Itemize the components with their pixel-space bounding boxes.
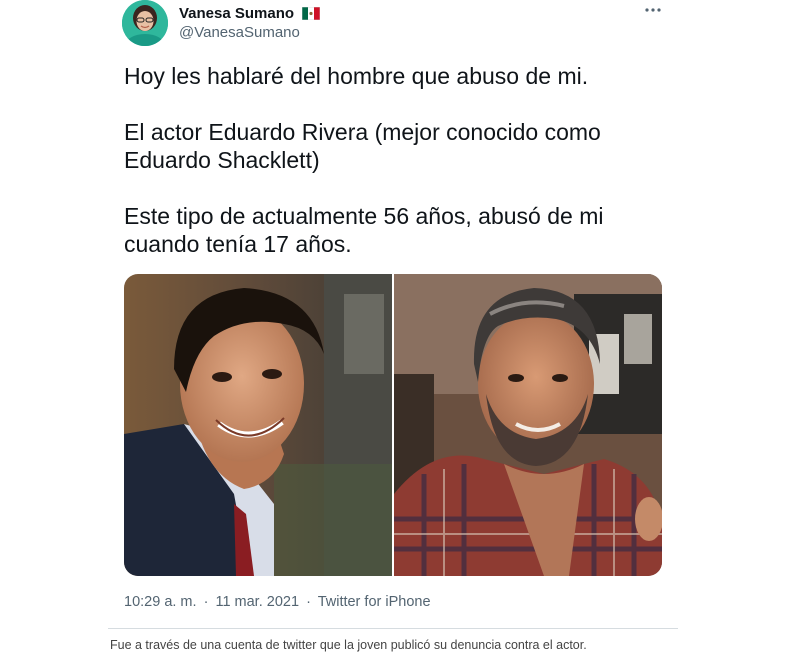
tweet-card: Vanesa Sumano @VanesaSumano Hoy les habl… xyxy=(108,0,678,629)
tweet-time[interactable]: 10:29 a. m. xyxy=(124,594,197,610)
more-options-icon[interactable] xyxy=(642,2,664,22)
tweet-media xyxy=(124,274,662,576)
display-name-row[interactable]: Vanesa Sumano xyxy=(179,5,321,22)
tweet-paragraph: Hoy les hablaré del hombre que abuso de … xyxy=(124,63,589,89)
photo-eduardo-young[interactable] xyxy=(124,274,392,576)
tweet-text: Hoy les hablaré del hombre que abuso de … xyxy=(124,62,669,286)
tweet-meta: 10:29 a. m. · 11 mar. 2021 · Twitter for… xyxy=(124,594,431,610)
tweet-header: Vanesa Sumano @VanesaSumano xyxy=(122,0,668,50)
page: Vanesa Sumano @VanesaSumano Hoy les habl… xyxy=(0,0,800,654)
handle[interactable]: @VanesaSumano xyxy=(179,24,300,41)
avatar[interactable] xyxy=(122,0,168,46)
tweet-source[interactable]: Twitter for iPhone xyxy=(318,594,431,610)
photo-eduardo-current[interactable] xyxy=(394,274,662,576)
mexico-flag-icon xyxy=(301,6,321,21)
image-caption: Fue a través de una cuenta de twitter qu… xyxy=(110,638,587,652)
tweet-date[interactable]: 11 mar. 2021 xyxy=(215,594,299,610)
display-name[interactable]: Vanesa Sumano xyxy=(179,5,294,22)
tweet-paragraph: Este tipo de actualmente 56 años, abusó … xyxy=(124,203,604,257)
tweet-paragraph: El actor Eduardo Rivera (mejor conocido … xyxy=(124,119,601,173)
meta-separator: · xyxy=(306,594,311,610)
meta-separator: · xyxy=(203,594,209,610)
avatar-image xyxy=(122,0,168,46)
